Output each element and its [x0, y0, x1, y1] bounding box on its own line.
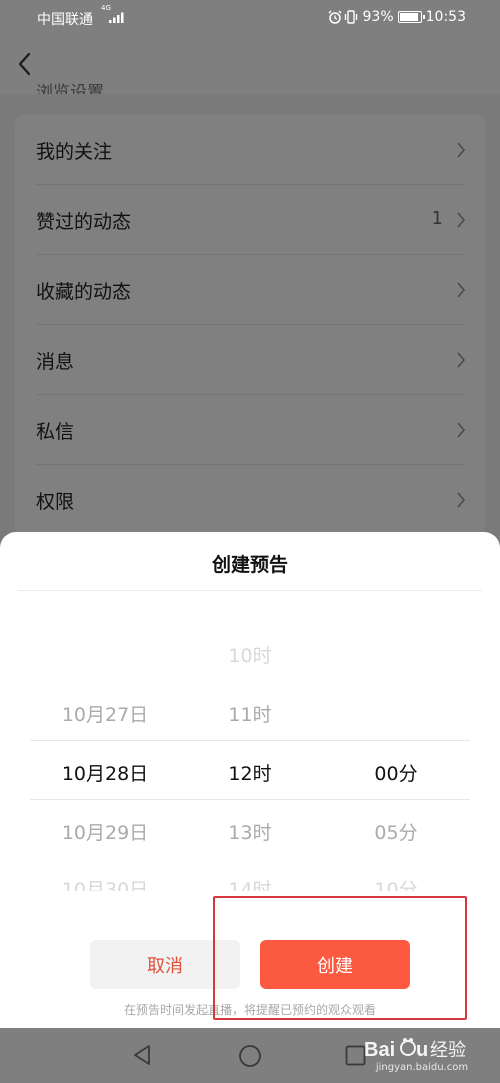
datetime-picker[interactable]: 10月27日 10月28日 10月29日 10月30日 10时 11时 12时 …	[0, 592, 500, 917]
minute-wheel[interactable]: 00分 05分 10分	[316, 592, 476, 917]
chevron-right-icon	[457, 142, 466, 158]
baidu-jingyan-logo: Bai u 经验	[364, 1038, 466, 1061]
battery-icon	[397, 11, 425, 23]
vibrate-icon	[344, 10, 357, 24]
date-option[interactable]: 10月27日	[25, 700, 185, 727]
chevron-right-icon	[457, 282, 466, 298]
back-arrow-icon[interactable]	[14, 50, 36, 78]
nav-back-icon[interactable]	[131, 1043, 153, 1067]
status-right: 93% 10:53	[327, 9, 466, 25]
nav-home-icon[interactable]	[238, 1044, 262, 1068]
hour-option[interactable]: 10时	[170, 641, 330, 668]
settings-row-following[interactable]: 我的关注	[15, 115, 485, 185]
status-bar: 中国联通 4G 93% 10:53	[0, 0, 500, 36]
chevron-right-icon	[457, 492, 466, 508]
settings-list: 我的关注 赞过的动态 1 收藏的动态 消息 私信 权限	[15, 115, 485, 535]
row-label: 消息	[36, 350, 75, 373]
signal-icon	[109, 12, 124, 23]
svg-text:经验: 经验	[430, 1040, 466, 1061]
liked-count: 1	[431, 208, 443, 229]
row-label: 私信	[36, 420, 75, 443]
settings-row-messages[interactable]: 消息	[15, 325, 485, 395]
section-title: 浏览设置	[36, 83, 104, 94]
settings-row-private-messages[interactable]: 私信	[15, 395, 485, 465]
hour-wheel[interactable]: 10时 11时 12时 13时 14时	[170, 592, 330, 917]
svg-text:u: u	[416, 1039, 428, 1061]
title-divider	[18, 590, 482, 591]
carrier-name: 中国联通	[37, 12, 93, 28]
date-option[interactable]: 10月29日	[25, 818, 185, 845]
chevron-right-icon	[457, 352, 466, 368]
settings-row-permissions[interactable]: 权限	[15, 465, 485, 535]
row-label: 赞过的动态	[36, 210, 132, 233]
date-wheel[interactable]: 10月27日 10月28日 10月29日 10月30日	[25, 592, 185, 917]
row-label: 权限	[36, 490, 75, 513]
settings-row-liked[interactable]: 赞过的动态 1	[15, 185, 485, 255]
hour-option-selected[interactable]: 12时	[170, 759, 330, 786]
alarm-icon	[327, 10, 342, 24]
date-option[interactable]: 10月30日	[25, 877, 185, 891]
chevron-right-icon	[457, 212, 466, 228]
settings-row-favorites[interactable]: 收藏的动态	[15, 255, 485, 325]
sheet-title: 创建预告	[211, 554, 288, 576]
minute-option[interactable]: 10分	[316, 877, 476, 891]
hour-option[interactable]: 13时	[170, 818, 330, 845]
minute-option-selected[interactable]: 00分	[316, 759, 476, 786]
hour-option[interactable]: 14时	[170, 877, 330, 891]
battery-percent: 93%	[362, 9, 394, 25]
baidu-watermark: Bai u 经验 jingyan.baidu.com	[356, 1028, 488, 1083]
date-option-selected[interactable]: 10月28日	[25, 759, 185, 786]
chevron-right-icon	[457, 422, 466, 438]
svg-text:Bai: Bai	[364, 1039, 395, 1061]
watermark-url: jingyan.baidu.com	[375, 1062, 469, 1073]
minute-option[interactable]: 05分	[316, 818, 476, 845]
annotation-highlight-box	[213, 896, 467, 1020]
row-label: 我的关注	[36, 140, 113, 163]
hour-option[interactable]: 11时	[170, 700, 330, 727]
clock: 10:53	[425, 9, 466, 25]
row-label: 收藏的动态	[36, 280, 132, 303]
